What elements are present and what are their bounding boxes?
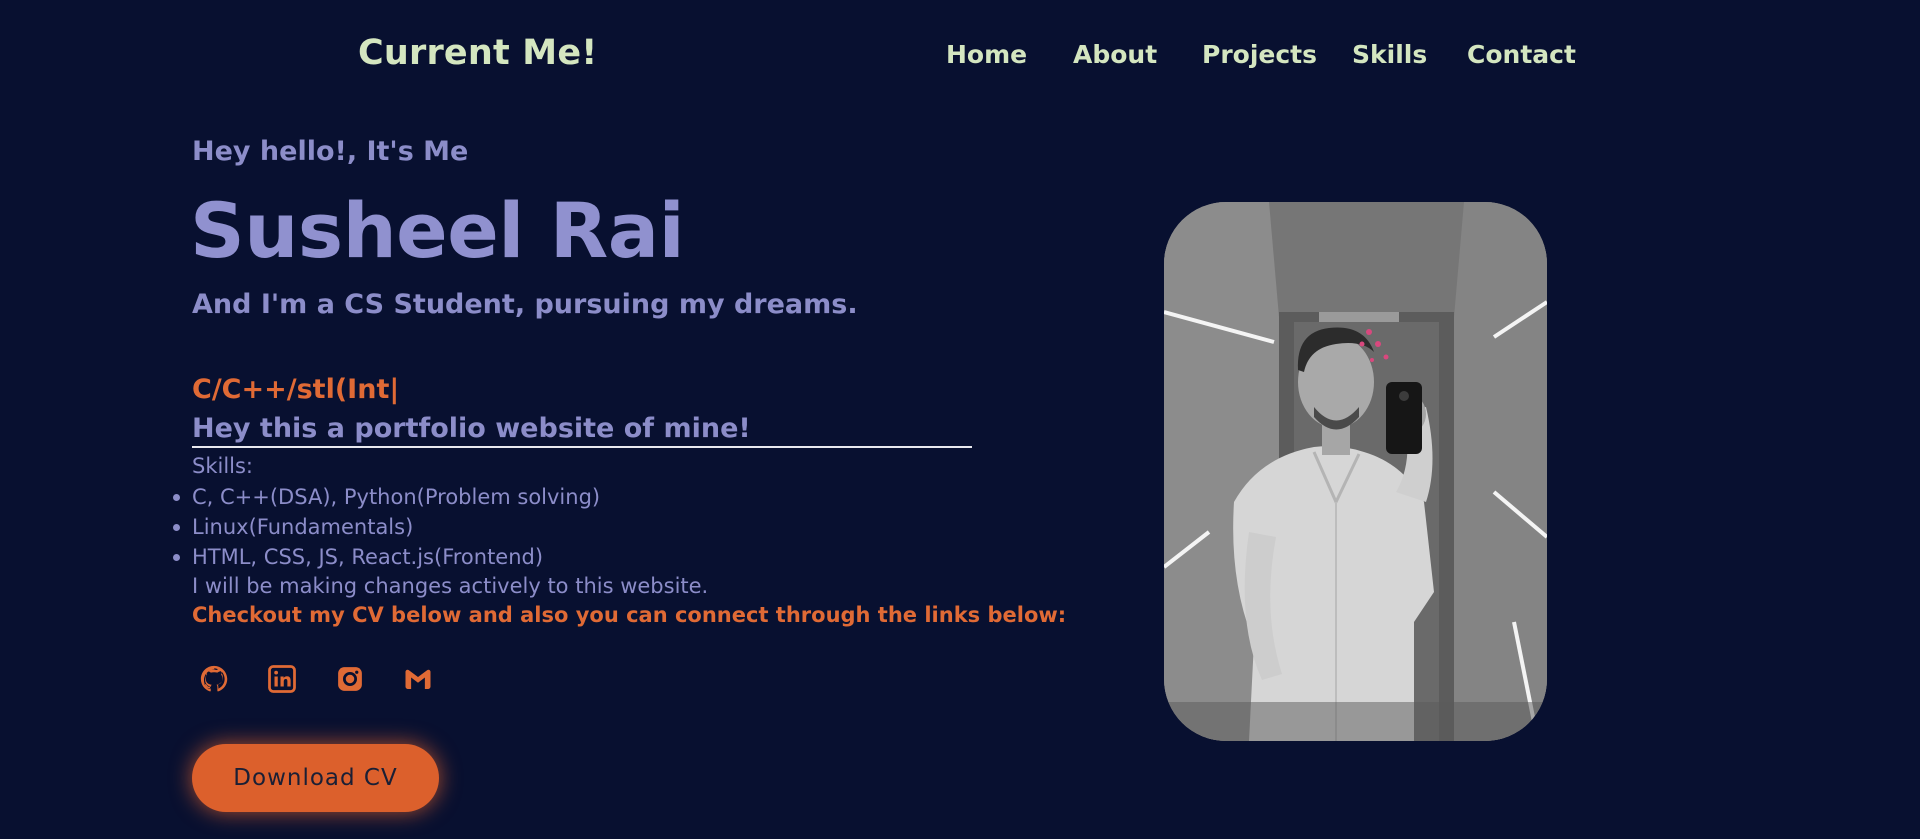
skills-list: C, C++(DSA), Python(Problem solving) Lin… — [172, 482, 600, 572]
skill-item: C, C++(DSA), Python(Problem solving) — [172, 482, 600, 512]
checkout-cv-text: Checkout my CV below and also you can co… — [192, 603, 1067, 627]
main-nav: Home About Projects Skills Contact — [0, 40, 1920, 74]
profile-photo-image — [1164, 202, 1547, 741]
linkedin-icon — [268, 665, 296, 693]
skills-title: Skills: — [192, 454, 254, 478]
gmail-link[interactable] — [403, 664, 433, 694]
instagram-icon — [338, 667, 362, 691]
typed-text: C/C++/stl(Int| — [192, 374, 400, 405]
nav-link-about[interactable]: About — [1073, 40, 1157, 69]
nav-link-home[interactable]: Home — [946, 40, 1027, 69]
instagram-link[interactable] — [335, 664, 365, 694]
update-note: I will be making changes actively to thi… — [192, 574, 709, 598]
linkedin-link[interactable] — [267, 664, 297, 694]
skill-item: HTML, CSS, JS, React.js(Frontend) — [172, 542, 600, 572]
hero-tagline: And I'm a CS Student, pursuing my dreams… — [192, 289, 858, 320]
hero-name: Susheel Rai — [190, 186, 685, 275]
hero-greeting: Hey hello!, It's Me — [192, 136, 469, 167]
download-cv-button[interactable]: Download CV — [192, 744, 439, 812]
nav-link-projects[interactable]: Projects — [1202, 40, 1317, 69]
gmail-icon — [405, 669, 431, 689]
profile-photo — [1164, 202, 1547, 741]
github-icon — [200, 665, 228, 692]
skill-item: Linux(Fundamentals) — [172, 512, 600, 542]
nav-link-skills[interactable]: Skills — [1352, 40, 1427, 69]
github-link[interactable] — [199, 664, 229, 694]
nav-link-contact[interactable]: Contact — [1467, 40, 1576, 69]
portfolio-heading: Hey this a portfolio website of mine! — [192, 413, 972, 448]
